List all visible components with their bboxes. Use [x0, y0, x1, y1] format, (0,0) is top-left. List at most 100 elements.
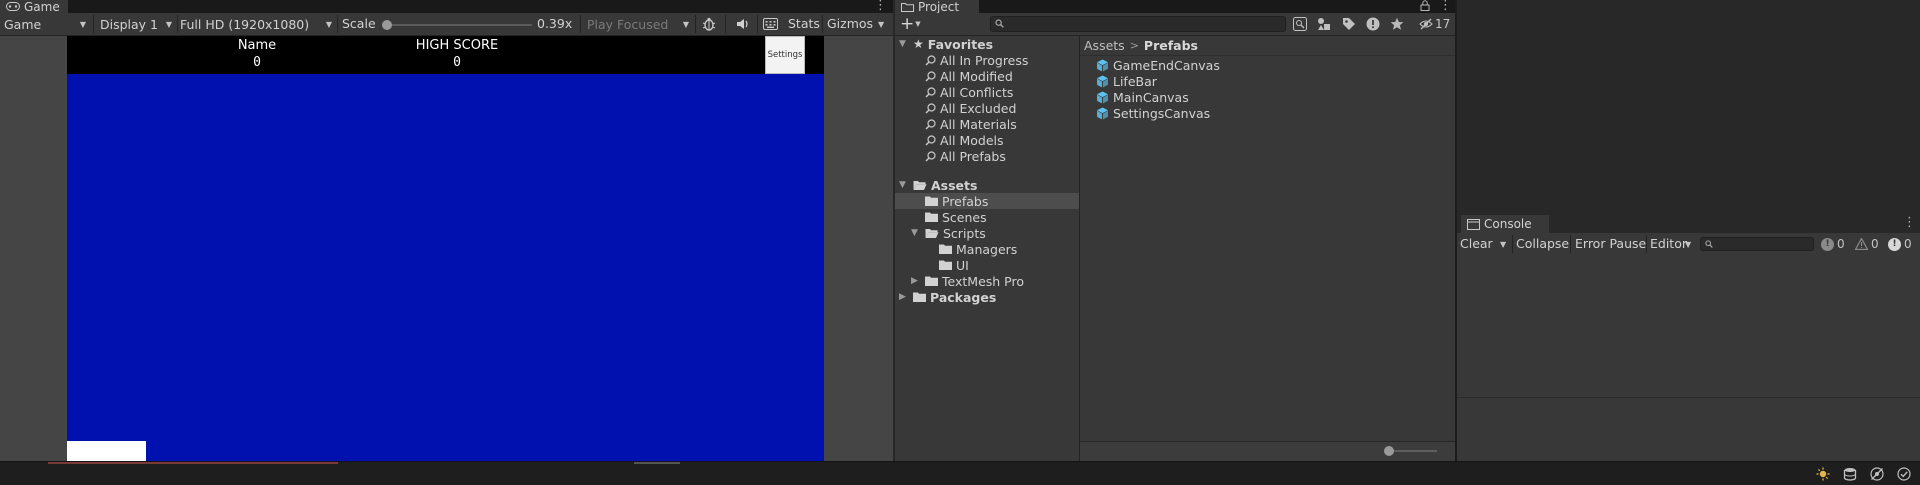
favorites-item[interactable]: All Models	[925, 132, 1004, 148]
asset-item[interactable]: LifeBar	[1096, 73, 1157, 89]
star-icon: ★	[913, 37, 924, 51]
favorites-item[interactable]: All Excluded	[925, 100, 1016, 116]
log-count-toggle[interactable]: ! 0	[1821, 236, 1845, 252]
cache-server-icon[interactable]	[1843, 467, 1857, 481]
eye-slash-icon	[1419, 18, 1433, 30]
prefab-cube-icon	[1096, 91, 1109, 104]
progress-indicator	[634, 462, 680, 464]
play-mode-dropdown[interactable]: Play Focused ▼	[583, 15, 693, 33]
console-split-divider[interactable]	[1457, 397, 1920, 398]
scale-slider-thumb[interactable]	[382, 20, 392, 30]
open-folder-icon	[925, 228, 939, 239]
display-dropdown[interactable]: Display 1 ▼	[96, 15, 176, 33]
stats-toggle[interactable]: Stats	[788, 15, 820, 33]
folder-scripts[interactable]: ▼ Scripts	[911, 225, 986, 241]
folder-ui-label: UI	[956, 257, 969, 273]
create-button[interactable]: + ▼	[900, 15, 921, 33]
error-icon: !	[1888, 237, 1901, 251]
lock-icon[interactable]	[1420, 0, 1430, 11]
favorites-header[interactable]: ▼ ★ Favorites	[899, 36, 993, 52]
scale-slider[interactable]	[382, 20, 532, 30]
warning-count-toggle[interactable]: 0	[1855, 236, 1879, 252]
tab-console[interactable]: Console	[1461, 215, 1549, 233]
asset-item-label: LifeBar	[1113, 73, 1157, 89]
filter-by-type-icon[interactable]	[1317, 16, 1331, 32]
gizmos-chevron-down-icon[interactable]: ▼	[878, 20, 884, 29]
asset-item[interactable]: GameEndCanvas	[1096, 57, 1220, 73]
console-more-icon[interactable]: ⋮	[1903, 216, 1916, 229]
network-offline-icon[interactable]	[1870, 467, 1884, 481]
check-circle-icon[interactable]	[1897, 467, 1911, 481]
chevron-down-icon: ▼	[325, 19, 332, 29]
project-more-icon[interactable]: ⋮	[1439, 0, 1452, 12]
view-mode-dropdown[interactable]: Game ▼	[0, 15, 90, 33]
folder-ui[interactable]: UI	[939, 257, 969, 273]
warning-count: 0	[1871, 237, 1879, 251]
folder-managers[interactable]: Managers	[939, 241, 1017, 257]
clear-chevron-down-icon[interactable]: ▼	[1500, 240, 1506, 249]
console-log-area[interactable]	[1457, 255, 1920, 461]
game-view[interactable]: Name 0 HIGH SCORE 0 Settings	[0, 36, 893, 461]
editor-chevron-down-icon[interactable]: ▼	[1685, 240, 1691, 249]
favorites-item[interactable]: All Materials	[925, 116, 1017, 132]
game-screen[interactable]: Name 0 HIGH SCORE 0 Settings	[67, 36, 824, 461]
assets-folder[interactable]: ▼ Assets	[899, 177, 977, 193]
favorites-item[interactable]: All Prefabs	[925, 148, 1006, 164]
packages-folder[interactable]: ▶ Packages	[899, 289, 996, 305]
folder-textmesh-pro[interactable]: ▶ TextMesh Pro	[911, 273, 1024, 289]
log-types-icon[interactable]	[1366, 16, 1380, 32]
search-icon	[1705, 240, 1713, 248]
gizmos-toggle[interactable]: Gizmos	[827, 15, 873, 33]
hidden-packages-toggle[interactable]: 17	[1419, 16, 1450, 32]
folder-icon	[925, 212, 938, 222]
favorites-item[interactable]: All In Progress	[925, 52, 1028, 68]
label-tag-icon[interactable]	[1342, 16, 1356, 32]
prefab-cube-icon	[1096, 107, 1109, 120]
asset-item[interactable]: SettingsCanvas	[1096, 105, 1210, 121]
favorites-item[interactable]: All Modified	[925, 68, 1013, 84]
breadcrumb-assets[interactable]: Assets	[1084, 38, 1125, 53]
settings-button[interactable]: Settings	[765, 36, 805, 74]
scale-value: 0.39x	[537, 16, 573, 31]
folder-icon	[913, 292, 926, 302]
folder-scenes[interactable]: Scenes	[925, 209, 987, 225]
asset-item[interactable]: MainCanvas	[1096, 89, 1189, 105]
asset-item-label: SettingsCanvas	[1113, 105, 1211, 121]
error-count-toggle[interactable]: ! 0	[1888, 236, 1912, 252]
tab-project[interactable]: Project	[895, 0, 979, 14]
tab-game[interactable]: Game	[0, 0, 68, 14]
console-icon	[1467, 218, 1480, 230]
game-more-icon[interactable]: ⋮	[874, 0, 887, 12]
chevron-down-icon: ▼	[899, 39, 906, 49]
star-icon[interactable]	[1390, 16, 1404, 32]
icon-size-slider-thumb[interactable]	[1384, 446, 1394, 456]
keyboard-icon[interactable]	[763, 16, 778, 32]
asset-item-label: GameEndCanvas	[1113, 57, 1220, 73]
gamepad-icon	[6, 2, 20, 11]
divider	[580, 15, 581, 33]
editor-dropdown[interactable]: Editor	[1650, 235, 1687, 253]
assets-label: Assets	[931, 177, 978, 193]
speaker-icon[interactable]	[736, 16, 750, 32]
favorites-item-label: All Models	[940, 132, 1004, 148]
search-icon	[925, 118, 936, 130]
status-bar	[0, 461, 1920, 485]
search-icon	[925, 70, 936, 82]
console-search-input[interactable]	[1700, 237, 1814, 251]
search-by-type-icon[interactable]	[1293, 16, 1307, 32]
hidden-packages-count: 17	[1435, 17, 1451, 31]
resolution-dropdown[interactable]: Full HD (1920x1080) ▼	[176, 15, 336, 33]
game-hud: Name 0 HIGH SCORE 0 Settings	[67, 36, 824, 74]
divider	[1512, 235, 1513, 253]
auto-generate-lighting-icon[interactable]	[1816, 467, 1830, 481]
folder-prefabs[interactable]: Prefabs	[925, 193, 988, 209]
bug-icon[interactable]	[701, 16, 717, 32]
project-search-input[interactable]	[990, 16, 1286, 32]
clear-button[interactable]: Clear	[1460, 235, 1493, 253]
collapse-toggle[interactable]: Collapse	[1516, 235, 1569, 253]
favorites-item[interactable]: All Conflicts	[925, 84, 1013, 100]
breadcrumb-prefabs[interactable]: Prefabs	[1144, 38, 1198, 53]
folder-icon	[939, 244, 952, 254]
search-icon	[925, 134, 936, 146]
error-pause-toggle[interactable]: Error Pause	[1575, 235, 1646, 253]
